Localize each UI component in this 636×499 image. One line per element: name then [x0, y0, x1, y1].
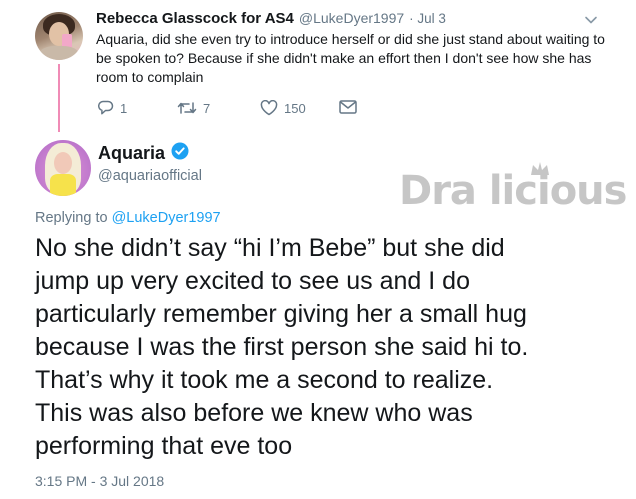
like-count: 150: [284, 100, 306, 116]
chevron-down-icon[interactable]: [584, 13, 598, 27]
reply-count: 1: [120, 100, 128, 116]
crown-icon: [529, 160, 551, 183]
avatar-face: [54, 152, 72, 174]
avatar-shirt: [39, 46, 79, 60]
replying-to-mention-link[interactable]: @LukeDyer1997: [112, 210, 221, 226]
main-tweet-text: No she didn’t say “hi I’m Bebe” but she …: [35, 232, 625, 463]
replying-to-label: Replying to: [35, 210, 108, 226]
reply-icon: [97, 100, 114, 116]
direct-message-action[interactable]: [339, 100, 357, 114]
tweet-text-line: That’s why it took me a second to realiz…: [35, 366, 494, 394]
heart-icon: [260, 100, 278, 116]
avatar-outfit: [50, 174, 76, 196]
reply-action[interactable]: 1: [97, 100, 127, 116]
retweet-icon: [177, 100, 197, 116]
tweet-text-line: No she didn’t say “hi I’m Bebe” but she …: [35, 234, 505, 262]
verified-badge-icon: [171, 142, 189, 165]
reply-tweet-text: Aquaria, did she even try to introduce h…: [96, 31, 605, 85]
retweet-action[interactable]: 7: [177, 100, 210, 116]
main-author-avatar[interactable]: [35, 140, 91, 196]
reply-header: Rebecca Glasscock for AS4 @LukeDyer1997 …: [96, 10, 446, 27]
replying-to-line: Replying to @LukeDyer1997: [35, 210, 221, 226]
reply-date[interactable]: · Jul 3: [409, 11, 446, 26]
reply-author-handle[interactable]: @LukeDyer1997: [299, 10, 404, 26]
tweet-text-line: because I was the first person she said …: [35, 333, 529, 361]
tweet-text-line: particularly remember giving her a small…: [35, 300, 527, 328]
main-author-handle[interactable]: @aquariaofficial: [98, 168, 202, 184]
reply-author-name[interactable]: Rebecca Glasscock for AS4: [96, 10, 294, 27]
tweet-text-line: jump up very excited to see us and I do: [35, 267, 470, 295]
envelope-icon: [339, 100, 357, 114]
retweet-count: 7: [203, 100, 211, 116]
tweet-text-line: This was also before we knew who was: [35, 399, 473, 427]
main-author-name[interactable]: Aquaria: [98, 143, 165, 164]
draglicious-watermark: Dra licious: [399, 160, 627, 220]
thread-connector-line: [58, 64, 60, 132]
tweet-timestamp[interactable]: 3:15 PM - 3 Jul 2018: [35, 473, 164, 489]
watermark-text: Dra licious: [399, 168, 627, 214]
tweet-text-line: performing that eve too: [35, 432, 293, 460]
like-action[interactable]: 150: [260, 100, 306, 116]
reply-author-avatar[interactable]: [35, 12, 83, 60]
main-author-name-row: Aquaria: [98, 142, 189, 165]
